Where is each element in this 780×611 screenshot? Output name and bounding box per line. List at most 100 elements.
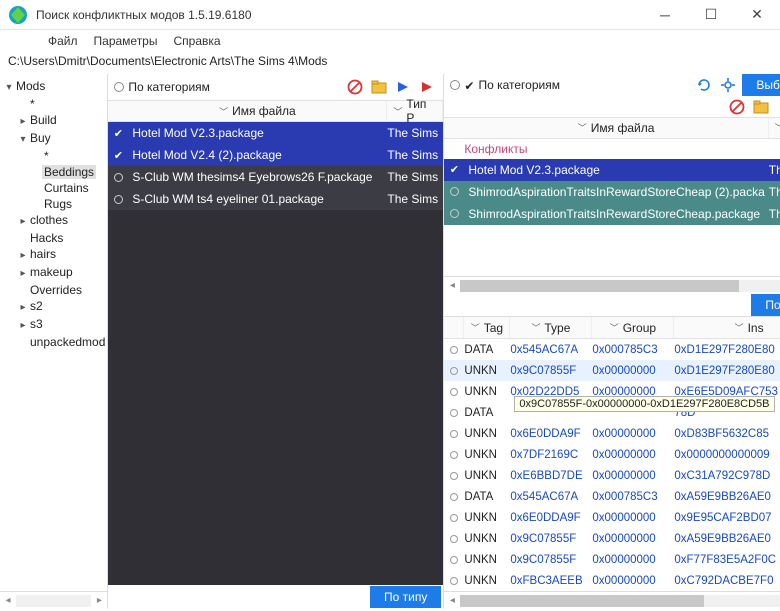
tree-clothes[interactable]: clothes <box>28 213 70 227</box>
col-instance[interactable]: Ins <box>748 321 764 335</box>
tree-horizontal-scrollbar[interactable]: ◂▸ <box>0 591 107 609</box>
file-name: Hotel Mod V2.3.package <box>464 163 768 177</box>
left-toolbar-label: По категориям <box>128 80 210 94</box>
tree-mods[interactable]: Mods <box>14 79 47 93</box>
resource-row[interactable]: DATA0x545AC67A0x000785C30xA59E9BB26AE0 <box>444 486 780 507</box>
tree-star[interactable]: * <box>28 97 37 111</box>
radio-icon <box>450 409 458 417</box>
tree-curtains[interactable]: Curtains <box>42 181 91 195</box>
tree-hairs[interactable]: hairs <box>28 247 58 261</box>
resource-table[interactable]: DATA0x545AC67A0x000785C30xD1E297F280E80U… <box>444 339 780 591</box>
file-row[interactable]: ✔ Hotel Mod V2.3.packageThe Sims <box>444 159 780 181</box>
check-icon: ✔ <box>112 127 124 139</box>
tree-hacks[interactable]: Hacks <box>28 231 65 245</box>
res-tag: UNKN <box>464 449 510 461</box>
res-type: 0x9C07855F <box>510 365 592 377</box>
right-files-scrollbar[interactable]: ◂▸ <box>444 276 780 294</box>
file-name: S-Club WM thesims4 Eyebrows26 F.package <box>128 170 387 184</box>
left-file-list[interactable]: ✔Hotel Mod V2.3.packageThe Sims✔Hotel Mo… <box>108 122 443 585</box>
chevron-down-icon: ﹀ <box>393 105 402 118</box>
res-instance: 0xC31A792C978D <box>674 470 780 482</box>
check-icon: ✔ <box>448 164 460 176</box>
tree-unpacked[interactable]: unpackedmod <box>28 335 107 349</box>
app-logo-icon <box>8 5 28 25</box>
folder-icon[interactable] <box>369 77 389 97</box>
res-tag: UNKN <box>464 575 510 587</box>
res-type: 0x6E0DDA9F <box>510 512 592 524</box>
folder-tree[interactable]: ▾Mods * ▸Build ▾Buy * Beddings Curtains … <box>0 74 107 591</box>
gear-icon[interactable] <box>718 75 738 95</box>
file-row[interactable]: S-Club WM ts4 eyeliner 01.packageThe Sim… <box>108 188 443 210</box>
left-radio-toggle[interactable] <box>114 82 124 92</box>
resource-scrollbar[interactable]: ◂▸ <box>444 591 780 609</box>
menu-help[interactable]: Справка <box>173 34 220 48</box>
by-type-button-left[interactable]: По типу <box>370 586 441 608</box>
resource-row[interactable]: UNKN0x9C07855F0x000000000xF77F83E5A2F0C <box>444 549 780 570</box>
res-group: 0x000785C3 <box>592 491 674 503</box>
minimize-button[interactable]: ─ <box>642 0 688 29</box>
tree-buy[interactable]: Buy <box>28 131 53 145</box>
resource-row[interactable]: DATA0x545AC67A0x000785C30xD1E297F280E80 <box>444 339 780 360</box>
refresh-icon[interactable] <box>694 75 714 95</box>
file-type: The Sims <box>769 163 780 177</box>
file-row[interactable]: ShimrodAspirationTraitsInRewardStoreChea… <box>444 181 780 203</box>
res-group: 0x00000000 <box>592 470 674 482</box>
col-tag[interactable]: Tag <box>484 321 503 335</box>
resource-row[interactable]: UNKN0xFBC3AEEB0x000000000xC792DACBE7F0 <box>444 570 780 591</box>
file-row[interactable]: S-Club WM thesims4 Eyebrows26 F.packageT… <box>108 166 443 188</box>
res-instance: 0xF77F83E5A2F0C <box>674 554 780 566</box>
tree-s2[interactable]: s2 <box>28 299 45 313</box>
resource-row[interactable]: UNKN0xE6BBD7DE0x000000000xC31A792C978D <box>444 465 780 486</box>
tree-overrides[interactable]: Overrides <box>28 283 84 297</box>
file-row[interactable]: ✔Hotel Mod V2.3.packageThe Sims <box>108 122 443 144</box>
res-instance: 0xA59E9BB26AE0 <box>674 491 780 503</box>
chevron-down-icon: ﹀ <box>578 121 587 134</box>
menu-params[interactable]: Параметры <box>94 34 158 48</box>
radio-icon <box>450 577 458 585</box>
resource-row[interactable]: UNKN0x9C07855F0x000000000xD1E297F280E80 <box>444 360 780 381</box>
res-group: 0x00000000 <box>592 365 674 377</box>
menu-file[interactable]: Файл <box>48 34 78 48</box>
file-row[interactable]: ✔Hotel Mod V2.4 (2).packageThe Sims <box>108 144 443 166</box>
folder-icon[interactable] <box>751 97 771 117</box>
select-button[interactable]: Выбрать <box>742 74 780 96</box>
right-radio-toggle[interactable] <box>450 80 460 90</box>
forbidden-icon[interactable] <box>727 97 747 117</box>
radio-icon <box>450 451 458 459</box>
res-group: 0x00000000 <box>592 575 674 587</box>
play-red-icon[interactable] <box>417 77 437 97</box>
res-type: 0x7DF2169C <box>510 449 592 461</box>
resource-row[interactable]: UNKN0x6E0DDA9F0x000000000xD83BF5632C85 <box>444 423 780 444</box>
tree-makeup[interactable]: makeup <box>28 265 75 279</box>
resource-row[interactable]: UNKN0x9C07855F0x000000000xA59E9BB26AE0 <box>444 528 780 549</box>
col-filename-right[interactable]: Имя файла <box>591 121 655 135</box>
tree-beddings[interactable]: Beddings <box>42 165 96 179</box>
forbidden-icon[interactable] <box>345 77 365 97</box>
right-file-list[interactable]: ✔Hotel Mod V2.3.packageThe SimsShimrodAs… <box>444 159 780 276</box>
resource-row[interactable]: UNKN0x6E0DDA9F0x000000000x9E95CAF2BD07 <box>444 507 780 528</box>
play-blue-icon[interactable] <box>775 97 780 117</box>
close-button[interactable]: ✕ <box>734 0 780 29</box>
by-type-button-right[interactable]: По типу <box>751 294 780 316</box>
window-title: Поиск конфликтных модов 1.5.19.6180 <box>36 8 642 22</box>
check-icon: ✔ <box>112 149 124 161</box>
res-tag: UNKN <box>464 386 510 398</box>
file-row[interactable]: ShimrodAspirationTraitsInRewardStoreChea… <box>444 203 780 225</box>
file-type: The Sims <box>387 192 443 206</box>
col-filetype[interactable]: Тип Р <box>406 97 436 125</box>
res-instance: 0xD83BF5632C85 <box>674 428 780 440</box>
play-blue-icon[interactable] <box>393 77 413 97</box>
right-toolbar-label: По категориям <box>478 78 560 92</box>
col-group[interactable]: Group <box>623 321 656 335</box>
tree-build[interactable]: Build <box>28 113 59 127</box>
tree-s3[interactable]: s3 <box>28 317 45 331</box>
file-name: ShimrodAspirationTraitsInRewardStoreChea… <box>464 207 768 221</box>
col-filename[interactable]: Имя файла <box>232 104 296 118</box>
tree-buy-star[interactable]: * <box>42 149 51 163</box>
maximize-button[interactable]: ☐ <box>688 0 734 29</box>
file-type: The Sims <box>769 207 780 221</box>
radio-icon <box>450 367 458 375</box>
col-type[interactable]: Type <box>544 321 570 335</box>
resource-row[interactable]: UNKN0x7DF2169C0x000000000x0000000000009 <box>444 444 780 465</box>
tree-rugs[interactable]: Rugs <box>42 197 74 211</box>
